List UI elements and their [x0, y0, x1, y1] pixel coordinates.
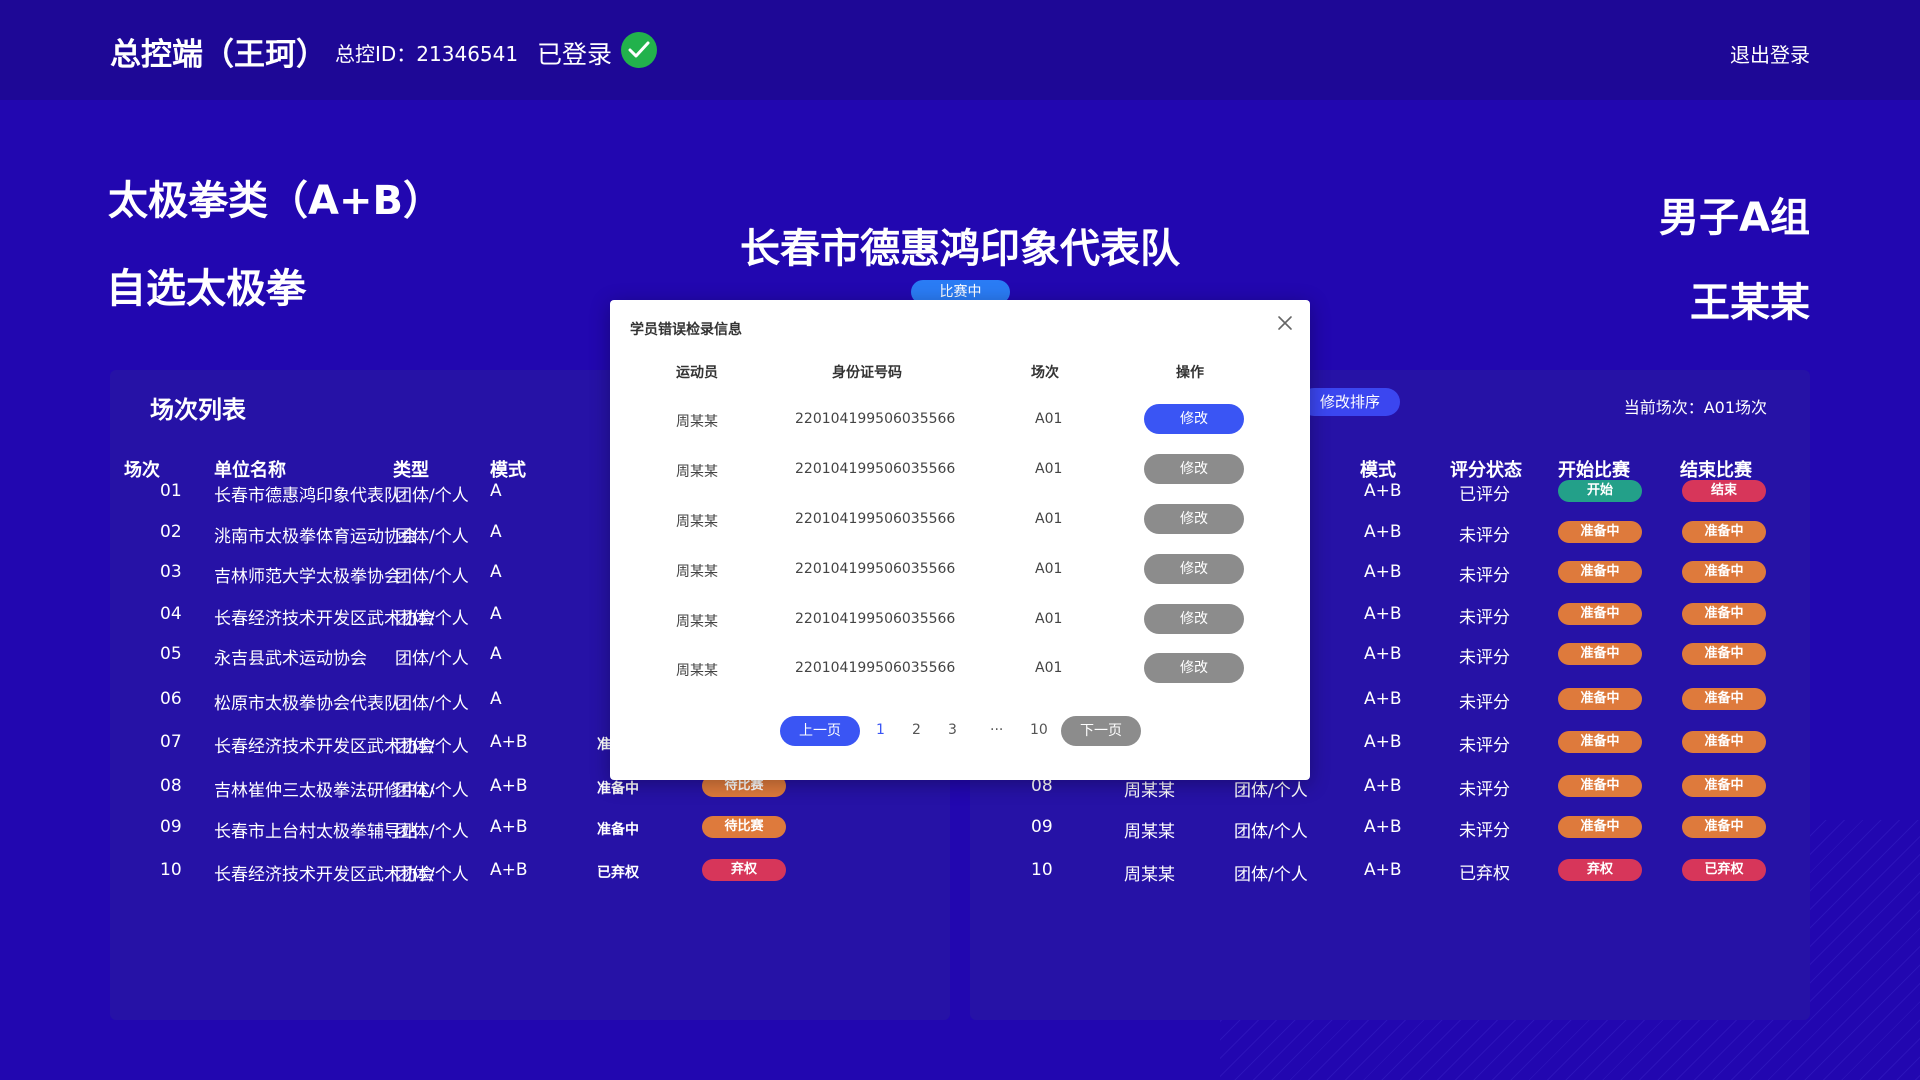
modal-round: A01: [1035, 561, 1063, 577]
modal-column-header: 场次: [1031, 365, 1059, 381]
modal-athlete: 周某某: [676, 414, 718, 430]
page-ellipsis: ···: [990, 722, 1004, 738]
edit-button[interactable]: 修改: [1144, 404, 1244, 434]
modal-id-number: 220104199506035566: [795, 561, 956, 577]
page-10[interactable]: 10: [1030, 722, 1048, 738]
page-2[interactable]: 2: [912, 722, 921, 738]
modal-round: A01: [1035, 461, 1063, 477]
next-page-button[interactable]: 下一页: [1061, 716, 1141, 746]
page-1[interactable]: 1: [876, 722, 885, 738]
modal-id-number: 220104199506035566: [795, 461, 956, 477]
modal-round: A01: [1035, 511, 1063, 527]
modal-athlete: 周某某: [676, 614, 718, 630]
modal-athlete: 周某某: [676, 663, 718, 679]
close-icon[interactable]: [1275, 313, 1295, 333]
modal-athlete: 周某某: [676, 564, 718, 580]
edit-button[interactable]: 修改: [1144, 504, 1244, 534]
modal-round: A01: [1035, 411, 1063, 427]
modal-round: A01: [1035, 660, 1063, 676]
modal-column-header: 运动员: [676, 365, 718, 381]
prev-page-button[interactable]: 上一页: [780, 716, 860, 746]
modal-id-number: 220104199506035566: [795, 611, 956, 627]
modal-id-number: 220104199506035566: [795, 660, 956, 676]
edit-button[interactable]: 修改: [1144, 554, 1244, 584]
edit-button[interactable]: 修改: [1144, 604, 1244, 634]
modal-round: A01: [1035, 611, 1063, 627]
modal-column-header: 操作: [1176, 365, 1204, 381]
modal-column-header: 身份证号码: [832, 365, 902, 381]
error-checkin-modal: 学员错误检录信息 运动员 身份证号码 场次 操作周某某 2201041995060355…: [610, 300, 1310, 780]
edit-button[interactable]: 修改: [1144, 454, 1244, 484]
modal-athlete: 周某某: [676, 464, 718, 480]
modal-overlay: 学员错误检录信息 运动员 身份证号码 场次 操作周某某 2201041995060355…: [0, 0, 1920, 1080]
modal-id-number: 220104199506035566: [795, 411, 956, 427]
page-3[interactable]: 3: [948, 722, 957, 738]
modal-id-number: 220104199506035566: [795, 511, 956, 527]
edit-button[interactable]: 修改: [1144, 653, 1244, 683]
modal-athlete: 周某某: [676, 514, 718, 530]
modal-title: 学员错误检录信息: [630, 322, 742, 338]
